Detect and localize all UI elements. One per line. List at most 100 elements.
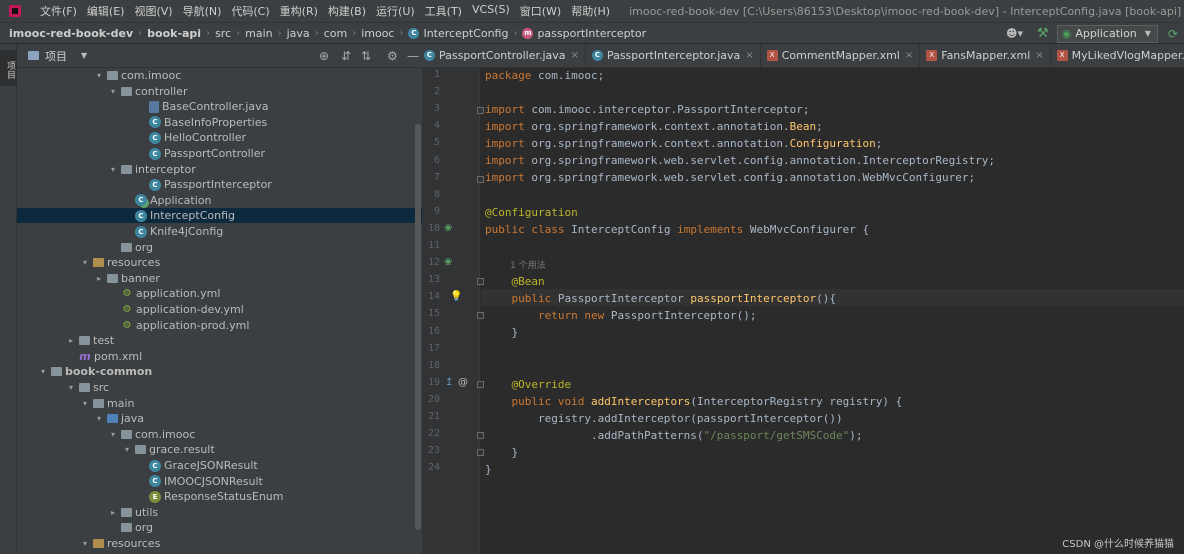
close-icon[interactable]: × [745,50,753,61]
expanded-arrow-icon[interactable]: ▾ [79,258,91,267]
expanded-arrow-icon[interactable]: ▾ [121,445,133,454]
fold-marker-icon[interactable] [477,312,484,320]
tree-item[interactable]: ▾ resources [17,255,422,270]
close-icon[interactable]: × [571,50,579,61]
intention-bulb-icon[interactable]: 💡 [450,291,462,302]
expanded-arrow-icon[interactable]: ▾ [107,165,119,174]
menu-item[interactable]: 窗口(W) [515,3,566,19]
menu-item[interactable]: 文件(F) [35,3,82,19]
tree-item[interactable]: C Application [17,193,422,208]
bean-gutter-icon[interactable]: ❀ [444,223,452,234]
tree-item[interactable]: E ResponseStatusEnum [17,489,422,504]
hide-panel-icon[interactable]: — [407,49,419,63]
expanded-arrow-icon[interactable]: ▾ [93,71,105,80]
editor-tab[interactable]: X FansMapper.xml × [920,44,1051,67]
tree-item[interactable]: ▾ controller [17,84,422,99]
breadcrumb-item[interactable]: imooc [361,27,394,40]
expanded-arrow-icon[interactable]: ▾ [65,383,77,392]
tree-item[interactable]: ▾ grace.result [17,442,422,457]
expanded-arrow-icon[interactable]: ▾ [79,399,91,408]
editor-tab[interactable]: C PassportController.java × [422,44,586,67]
breadcrumb-item[interactable]: src [215,27,231,40]
menu-item[interactable]: 构建(B) [323,3,371,19]
rerun-icon[interactable]: ⟳ [1168,27,1178,41]
fold-marker-icon[interactable] [477,432,484,440]
breadcrumb-item[interactable]: java [287,27,310,40]
menu-item[interactable]: VCS(S) [467,3,515,19]
annotation-gutter-icon[interactable]: @ [458,377,468,388]
expanded-arrow-icon[interactable]: ▾ [79,539,91,548]
tree-item[interactable]: C PassportInterceptor [17,177,422,192]
tree-item[interactable]: ▾ interceptor [17,162,422,177]
chevron-down-icon[interactable]: ▼ [81,51,87,60]
expanded-arrow-icon[interactable]: ▾ [107,87,119,96]
tree-item[interactable]: C IMOOCJSONResult [17,474,422,489]
breadcrumb-item[interactable]: m passportInterceptor [522,27,646,40]
close-icon[interactable]: × [905,50,913,61]
collapse-all-icon[interactable]: ⇅ [361,49,371,63]
tree-item[interactable]: ⚙ application-dev.yml [17,302,422,317]
menu-item[interactable]: 运行(U) [371,3,420,19]
expanded-arrow-icon[interactable]: ▾ [37,367,49,376]
breadcrumb-item[interactable]: imooc-red-book-dev [9,27,133,40]
collapsed-arrow-icon[interactable]: ▸ [65,336,77,345]
tree-item[interactable]: ▾ book-common [17,364,422,379]
project-panel-title[interactable]: 项目 [45,48,67,64]
tree-item[interactable]: org [17,240,422,255]
menu-item[interactable]: 重构(R) [275,3,323,19]
tree-item[interactable]: ⚙ application.yml [17,286,422,301]
expand-all-icon[interactable]: ⇵ [341,49,351,63]
collapsed-arrow-icon[interactable]: ▸ [107,508,119,517]
tree-item[interactable]: C HelloController [17,130,422,145]
editor-tab[interactable]: XMyLikedVlogMapper.xml× [1051,44,1184,67]
project-tool-tab[interactable]: 项目 [0,50,17,86]
tree-item[interactable]: BaseController.java [17,99,422,114]
breadcrumb-item[interactable]: book-api [147,27,201,40]
override-gutter-icon[interactable]: ↥ [445,377,453,388]
menu-item[interactable]: 帮助(H) [566,3,615,19]
breadcrumb-item[interactable]: main [245,27,272,40]
build-hammer-icon[interactable]: ⚒ [1037,26,1049,41]
close-icon[interactable]: × [1035,50,1043,61]
editor-tab[interactable]: C PassportInterceptor.java × [586,44,761,67]
tree-item[interactable]: C GraceJSONResult [17,458,422,473]
tree-item[interactable]: ▾ main [17,396,422,411]
editor-tab[interactable]: X CommentMapper.xml × [761,44,921,67]
menu-item[interactable]: 工具(T) [420,3,467,19]
breadcrumb-item[interactable]: C InterceptConfig [408,27,508,40]
tree-item[interactable]: C PassportController [17,146,422,161]
code-editor[interactable]: 1 2 3 4 5 6 7 8 9 10 11 12 13 14 15 16 17 18 19 20 21 22 23 24 ❀… [422,68,1184,554]
tree-item[interactable]: m pom.xml [17,349,422,364]
expanded-arrow-icon[interactable]: ▾ [93,414,105,423]
tree-item[interactable]: ▸ banner [17,271,422,286]
fold-marker-icon[interactable] [477,175,484,183]
expanded-arrow-icon[interactable]: ▾ [107,430,119,439]
tree-item[interactable]: ▾ java [17,411,422,426]
fold-marker-icon[interactable] [477,278,484,286]
tree-item[interactable]: C InterceptConfig [17,208,422,224]
tree-item[interactable]: C Knife4jConfig [17,224,422,239]
collapsed-arrow-icon[interactable]: ▸ [93,274,105,283]
breadcrumb-item[interactable]: com [324,27,348,40]
tree-item[interactable]: ▸ test [17,333,422,348]
user-icon[interactable]: ☻▾ [1006,27,1023,40]
fold-marker-icon[interactable] [477,449,484,457]
menu-item[interactable]: 导航(N) [178,3,227,19]
menu-item[interactable]: 视图(V) [129,3,177,19]
run-configuration-select[interactable]: ◉ Application ▼ [1056,24,1158,43]
usage-hint[interactable]: 1 个用法 [510,258,546,271]
tree-item[interactable]: ▸ utils [17,505,422,520]
fold-marker-icon[interactable] [477,107,484,115]
tree-item[interactable]: ▾ com.imooc [17,68,422,83]
gear-icon[interactable]: ⚙ [387,49,398,63]
bean-gutter-icon[interactable]: ❀ [444,257,452,268]
tree-scrollbar[interactable] [415,124,421,530]
menu-item[interactable]: 编辑(E) [82,3,130,19]
fold-marker-icon[interactable] [477,380,484,388]
tree-item[interactable]: org [17,520,422,535]
tree-item[interactable]: ▾ com.imooc [17,427,422,442]
tree-item[interactable]: C BaseInfoProperties [17,115,422,130]
select-opened-file-icon[interactable]: ⊕ [319,49,329,63]
tree-item[interactable]: ▾ resources [17,536,422,551]
tree-item[interactable]: ⚙ application-prod.yml [17,318,422,333]
